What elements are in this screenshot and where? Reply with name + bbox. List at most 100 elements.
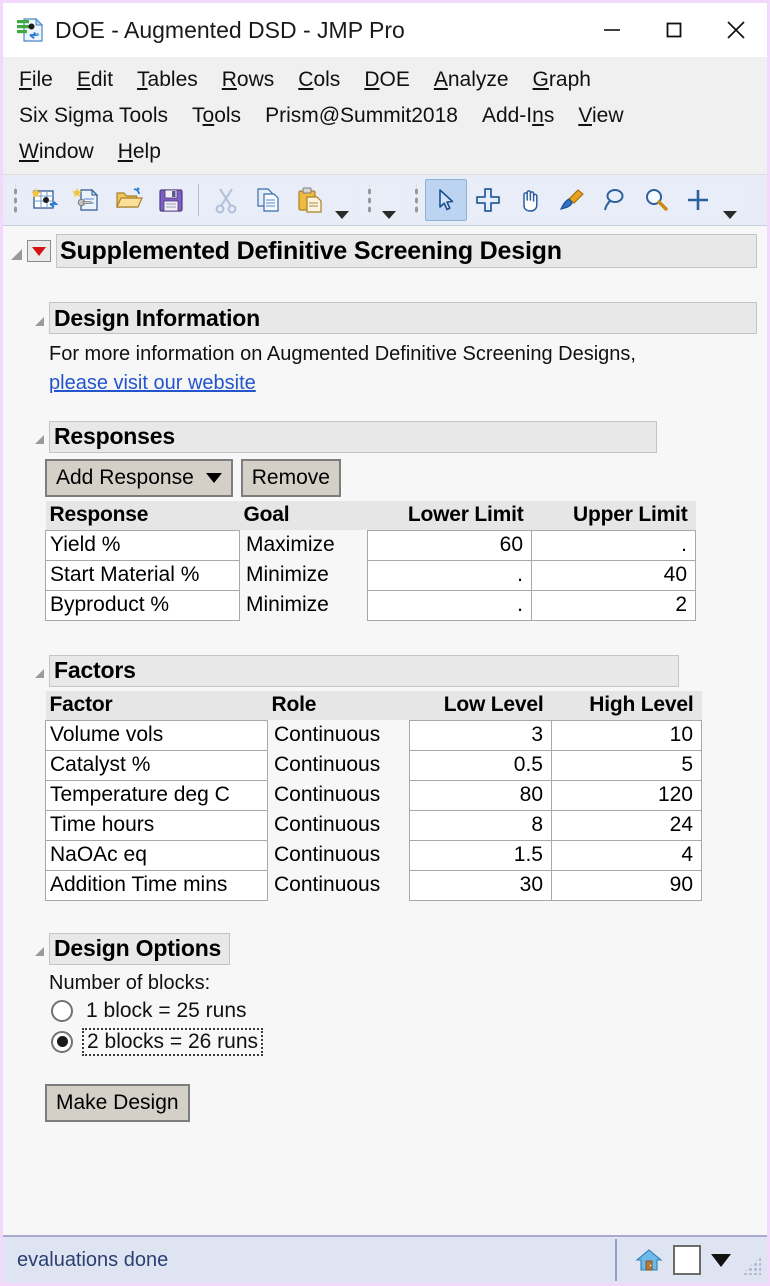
cell-high-level[interactable]: 120 (551, 779, 702, 811)
cell-lower-limit[interactable]: 60 (367, 529, 532, 561)
col-response[interactable]: Response (45, 500, 240, 531)
disclosure-triangle-icon[interactable] (35, 316, 44, 326)
new-script-icon[interactable] (66, 179, 108, 221)
menu-edit[interactable]: Edit (77, 69, 113, 90)
col-role[interactable]: Role (267, 690, 410, 721)
cell-low-level[interactable]: 3 (409, 719, 552, 751)
menu-rows[interactable]: Rows (222, 69, 275, 90)
cell-factor[interactable]: Addition Time mins (45, 869, 268, 901)
radio-button-icon[interactable] (51, 1000, 73, 1023)
menu-file[interactable]: File (19, 69, 53, 90)
radio-2-blocks[interactable]: 2 blocks = 26 runs (51, 1027, 757, 1056)
cell-response[interactable]: Yield % (45, 529, 240, 561)
col-high-level[interactable]: High Level (551, 690, 702, 721)
cell-high-level[interactable]: 4 (551, 839, 702, 871)
cell-goal[interactable]: Maximize (240, 530, 368, 560)
cell-factor[interactable]: Catalyst % (45, 749, 268, 781)
cell-factor[interactable]: Temperature deg C (45, 779, 268, 811)
menu-analyze[interactable]: Analyze (434, 69, 509, 90)
cell-response[interactable]: Byproduct % (45, 589, 240, 621)
toolbar-overflow-button-1[interactable] (331, 177, 353, 223)
magnifier-zoom-icon[interactable] (635, 179, 677, 221)
menu-prism-summit2018[interactable]: Prism@Summit2018 (265, 105, 458, 126)
brush-icon[interactable] (551, 179, 593, 221)
paste-icon[interactable] (289, 179, 331, 221)
cell-high-level[interactable]: 5 (551, 749, 702, 781)
annotate-plus-icon[interactable] (677, 179, 719, 221)
statusbar-square-button[interactable] (673, 1245, 701, 1275)
menu-tables[interactable]: Tables (137, 69, 198, 90)
cell-goal[interactable]: Minimize (240, 590, 368, 620)
disclosure-triangle-icon[interactable] (35, 947, 44, 957)
design-information-website-link[interactable]: please visit our website (49, 372, 256, 395)
statusbar-dropdown-icon[interactable] (711, 1253, 731, 1267)
toolbar-overflow-button-2[interactable] (378, 177, 400, 223)
cell-upper-limit[interactable]: . (531, 529, 696, 561)
lasso-icon[interactable] (593, 179, 635, 221)
save-file-icon[interactable] (150, 179, 192, 221)
red-triangle-menu-button[interactable] (27, 240, 51, 262)
cell-role[interactable]: Continuous (268, 810, 410, 840)
toolbar-gripper[interactable] (12, 185, 21, 215)
menu-help[interactable]: Help (118, 141, 161, 162)
table-row[interactable]: Yield % Maximize 60 . (45, 529, 696, 561)
resize-grip-icon[interactable] (743, 1257, 761, 1275)
table-row[interactable]: Temperature deg C Continuous 80 120 (45, 779, 702, 811)
minimize-button[interactable] (581, 3, 643, 57)
table-row[interactable]: Byproduct % Minimize . 2 (45, 589, 696, 621)
cell-factor[interactable]: Volume vols (45, 719, 268, 751)
cell-goal[interactable]: Minimize (240, 560, 368, 590)
table-row[interactable]: NaOAc eq Continuous 1.5 4 (45, 839, 702, 871)
cell-lower-limit[interactable]: . (367, 589, 532, 621)
col-factor[interactable]: Factor (45, 690, 268, 721)
disclosure-triangle-icon[interactable] (35, 669, 44, 679)
cell-upper-limit[interactable]: 2 (531, 589, 696, 621)
cell-lower-limit[interactable]: . (367, 559, 532, 591)
table-row[interactable]: Start Material % Minimize . 40 (45, 559, 696, 591)
cell-high-level[interactable]: 10 (551, 719, 702, 751)
table-row[interactable]: Volume vols Continuous 3 10 (45, 719, 702, 751)
copy-icon[interactable] (247, 179, 289, 221)
cell-low-level[interactable]: 80 (409, 779, 552, 811)
menu-cols[interactable]: Cols (298, 69, 340, 90)
toolbar-overflow-button-3[interactable] (719, 177, 741, 223)
cell-role[interactable]: Continuous (268, 750, 410, 780)
close-button[interactable] (705, 3, 767, 57)
maximize-button[interactable] (643, 3, 705, 57)
cell-role[interactable]: Continuous (268, 720, 410, 750)
col-lower-limit[interactable]: Lower Limit (367, 500, 532, 531)
menu-add-ins[interactable]: Add-Ins (482, 105, 554, 126)
remove-response-button[interactable]: Remove (240, 458, 341, 497)
toolbar-gripper[interactable] (366, 185, 375, 215)
arrow-select-icon[interactable] (425, 179, 467, 221)
cut-icon[interactable] (205, 179, 247, 221)
menu-window[interactable]: Window (19, 141, 94, 162)
home-icon[interactable] (635, 1246, 663, 1274)
cell-upper-limit[interactable]: 40 (531, 559, 696, 591)
toolbar-gripper[interactable] (413, 185, 422, 215)
cell-low-level[interactable]: 0.5 (409, 749, 552, 781)
col-low-level[interactable]: Low Level (409, 690, 552, 721)
radio-button-icon[interactable] (51, 1030, 73, 1053)
table-row[interactable]: Time hours Continuous 8 24 (45, 809, 702, 841)
disclosure-triangle-icon[interactable] (35, 435, 44, 445)
table-row[interactable]: Catalyst % Continuous 0.5 5 (45, 749, 702, 781)
cell-high-level[interactable]: 24 (551, 809, 702, 841)
cell-role[interactable]: Continuous (268, 780, 410, 810)
hand-pan-icon[interactable] (509, 179, 551, 221)
cell-high-level[interactable]: 90 (551, 869, 702, 901)
disclosure-triangle-icon[interactable] (11, 248, 22, 260)
new-data-table-icon[interactable] (24, 179, 66, 221)
menu-view[interactable]: View (578, 105, 623, 126)
cell-role[interactable]: Continuous (268, 870, 410, 900)
menu-six-sigma-tools[interactable]: Six Sigma Tools (19, 105, 168, 126)
col-upper-limit[interactable]: Upper Limit (531, 500, 696, 531)
cell-role[interactable]: Continuous (268, 840, 410, 870)
crosshair-icon[interactable] (467, 179, 509, 221)
add-response-button[interactable]: Add Response (45, 458, 233, 497)
cell-factor[interactable]: Time hours (45, 809, 268, 841)
table-row[interactable]: Addition Time mins Continuous 30 90 (45, 869, 702, 901)
cell-response[interactable]: Start Material % (45, 559, 240, 591)
make-design-button[interactable]: Make Design (45, 1083, 190, 1122)
cell-low-level[interactable]: 30 (409, 869, 552, 901)
